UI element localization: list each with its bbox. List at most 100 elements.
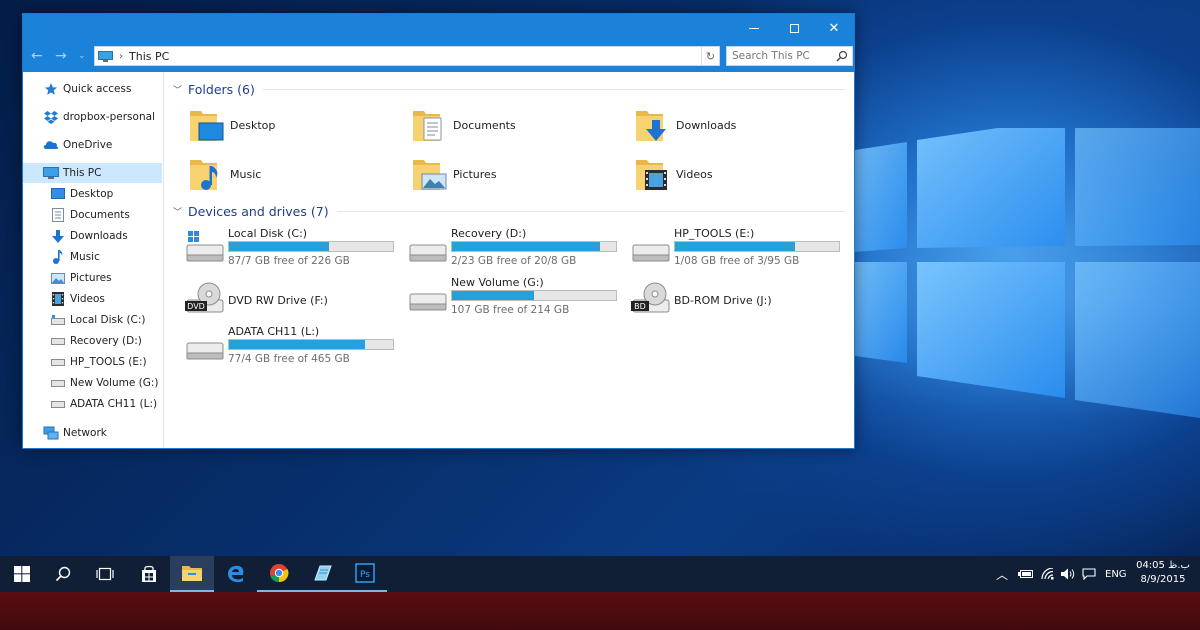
devices-group-header[interactable]: ﹀ Devices and drives (7) bbox=[173, 203, 845, 219]
volume-tray-icon[interactable] bbox=[1061, 556, 1077, 592]
clock-date: 8/9/2015 bbox=[1140, 574, 1186, 585]
folder-tile-pictures[interactable]: Pictures bbox=[410, 154, 497, 194]
taskbar-notepad[interactable] bbox=[300, 556, 344, 592]
task-view-button[interactable] bbox=[83, 556, 127, 592]
message-icon bbox=[1082, 568, 1096, 580]
power-tray-icon[interactable] bbox=[1018, 556, 1034, 592]
taskbar-edge[interactable] bbox=[214, 556, 258, 592]
drive-name: Local Disk (C:) bbox=[228, 227, 308, 240]
drive-icon bbox=[50, 312, 66, 328]
music-folder-icon bbox=[190, 160, 218, 190]
windows-drive-icon bbox=[186, 231, 224, 262]
refresh-button[interactable]: ↻ bbox=[701, 46, 720, 66]
drive-tile-bd-rom-j[interactable]: BD BD-ROM Drive (J:) bbox=[631, 278, 846, 318]
folders-group-header[interactable]: ﹀ Folders (6) bbox=[173, 81, 845, 97]
drive-name: Recovery (D:) bbox=[451, 227, 527, 240]
address-field[interactable]: › This PC ⌄ bbox=[94, 46, 720, 66]
file-explorer-window: ✕ ← → ⌄ › This PC ⌄ ↻ Quick access bbox=[22, 13, 855, 449]
sidebar-item-label: Documents bbox=[70, 209, 130, 221]
chrome-icon bbox=[270, 564, 289, 583]
drive-name: BD-ROM Drive (J:) bbox=[674, 294, 772, 307]
drive-tile-adata-l[interactable]: ADATA CH11 (L:) 77/4 GB free of 465 GB bbox=[185, 325, 400, 365]
forward-arrow-icon[interactable]: → bbox=[55, 48, 67, 64]
sidebar-item-music[interactable]: Music bbox=[23, 247, 162, 267]
content-pane: ﹀ Folders (6) Desktop Documents Download… bbox=[165, 72, 854, 448]
sidebar-item-label: Recovery (D:) bbox=[70, 335, 142, 347]
folder-tile-videos[interactable]: Videos bbox=[633, 154, 713, 194]
drive-tile-dvd-rw-f[interactable]: DVD DVD RW Drive (F:) bbox=[185, 278, 400, 318]
folders-group-title: Folders (6) bbox=[188, 81, 255, 97]
sidebar-item-network[interactable]: Network bbox=[23, 423, 162, 443]
sidebar-item-onedrive[interactable]: OneDrive bbox=[23, 135, 162, 155]
taskbar-store[interactable] bbox=[127, 556, 171, 592]
pictures-folder-icon bbox=[413, 160, 447, 190]
start-button[interactable] bbox=[0, 556, 44, 592]
drive-free-space: 1/08 GB free of 3/95 GB bbox=[674, 255, 800, 267]
maximize-button[interactable] bbox=[774, 14, 814, 42]
sidebar-item-local-disk-c[interactable]: Local Disk (C:) bbox=[23, 310, 162, 330]
sidebar-item-adata-l[interactable]: ADATA CH11 (L:) bbox=[23, 394, 162, 414]
bd-drive-icon: BD bbox=[631, 282, 670, 313]
drive-tile-local-disk-c[interactable]: Local Disk (C:) 87/7 GB free of 226 GB bbox=[185, 227, 400, 267]
folder-tile-music[interactable]: Music bbox=[187, 154, 261, 194]
sidebar-item-videos[interactable]: Videos bbox=[23, 289, 162, 309]
sidebar-item-quick-access[interactable]: Quick access bbox=[23, 79, 162, 99]
music-note-icon bbox=[50, 249, 66, 265]
close-button[interactable]: ✕ bbox=[814, 14, 854, 42]
search-input[interactable] bbox=[732, 50, 836, 62]
search-icon[interactable] bbox=[836, 50, 848, 62]
background-strip bbox=[0, 592, 1200, 630]
clock[interactable]: 04:05 ب.ظ 8/9/2015 bbox=[1130, 559, 1196, 587]
show-hidden-icons-button[interactable]: ︿ bbox=[996, 556, 1008, 592]
desktop-folder-icon bbox=[50, 186, 66, 202]
refresh-icon: ↻ bbox=[705, 49, 716, 63]
download-arrow-icon bbox=[50, 228, 66, 244]
network-tray-icon[interactable] bbox=[1041, 556, 1055, 592]
maximize-icon bbox=[789, 23, 799, 33]
collapse-chevron-icon[interactable]: ﹀ bbox=[173, 205, 182, 218]
title-bar[interactable]: ✕ bbox=[23, 14, 854, 42]
folder-tile-downloads[interactable]: Downloads bbox=[633, 105, 736, 145]
folder-label: Videos bbox=[676, 167, 713, 181]
sidebar-item-desktop[interactable]: Desktop bbox=[23, 184, 162, 204]
sidebar-item-label: HP_TOOLS (E:) bbox=[70, 356, 147, 368]
sidebar-item-pictures[interactable]: Pictures bbox=[23, 268, 162, 288]
bd-badge: BD bbox=[634, 302, 646, 311]
sidebar-item-hp-tools-e[interactable]: HP_TOOLS (E:) bbox=[23, 352, 162, 372]
drive-tile-recovery-d[interactable]: Recovery (D:) 2/23 GB free of 20/8 GB bbox=[408, 227, 623, 267]
sidebar-item-downloads[interactable]: Downloads bbox=[23, 226, 162, 246]
star-icon bbox=[43, 81, 59, 97]
back-arrow-icon[interactable]: ← bbox=[31, 48, 43, 64]
sidebar-item-this-pc[interactable]: This PC bbox=[23, 163, 162, 183]
action-center-button[interactable] bbox=[1082, 556, 1096, 592]
sidebar-item-new-volume-g[interactable]: New Volume (G:) bbox=[23, 373, 162, 393]
collapse-chevron-icon[interactable]: ﹀ bbox=[173, 83, 182, 96]
drive-tile-hp-tools-e[interactable]: HP_TOOLS (E:) 1/08 GB free of 3/95 GB bbox=[631, 227, 846, 267]
language-indicator[interactable]: ENG bbox=[1105, 556, 1127, 592]
sidebar-item-label: ADATA CH11 (L:) bbox=[70, 398, 158, 410]
sidebar-item-label: This PC bbox=[63, 167, 102, 179]
close-icon: ✕ bbox=[828, 20, 840, 36]
sidebar-item-dropbox[interactable]: dropbox-personal bbox=[23, 107, 162, 127]
windows-start-icon bbox=[14, 566, 30, 582]
clock-time: 04:05 ب.ظ bbox=[1136, 560, 1190, 571]
sidebar-item-label: Network bbox=[63, 427, 107, 439]
search-box[interactable] bbox=[726, 46, 853, 66]
breadcrumb-chevron-icon[interactable]: › bbox=[119, 51, 123, 62]
drive-tile-new-volume-g[interactable]: New Volume (G:) 107 GB free of 214 GB bbox=[408, 276, 623, 316]
sidebar-item-recovery-d[interactable]: Recovery (D:) bbox=[23, 331, 162, 351]
recent-locations-chevron-icon[interactable]: ⌄ bbox=[78, 51, 86, 61]
search-button[interactable] bbox=[41, 556, 85, 592]
pictures-icon bbox=[50, 270, 66, 286]
minimize-button[interactable] bbox=[734, 14, 774, 42]
folder-tile-documents[interactable]: Documents bbox=[410, 105, 516, 145]
taskbar-chrome[interactable] bbox=[257, 556, 301, 592]
drive-usage-bar bbox=[451, 241, 617, 252]
taskbar-photoshop[interactable]: Ps bbox=[343, 556, 387, 592]
documents-folder-icon bbox=[413, 111, 442, 141]
drive-free-space: 107 GB free of 214 GB bbox=[451, 304, 570, 316]
drive-usage-bar bbox=[674, 241, 840, 252]
sidebar-item-documents[interactable]: Documents bbox=[23, 205, 162, 225]
taskbar-file-explorer[interactable] bbox=[170, 556, 214, 592]
folder-tile-desktop[interactable]: Desktop bbox=[187, 105, 275, 145]
